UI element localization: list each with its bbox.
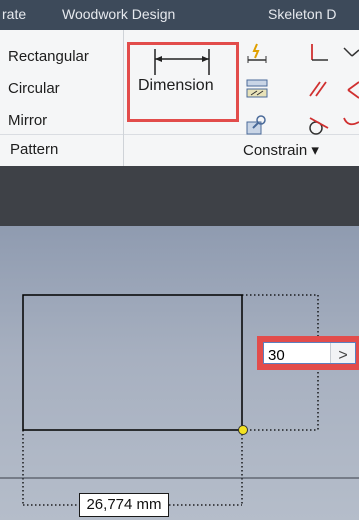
dimension-input-highlight: > bbox=[257, 336, 359, 370]
panel-divider bbox=[0, 134, 123, 135]
accept-arrow-button[interactable]: > bbox=[330, 343, 355, 364]
perpendicular-constraint-icon[interactable] bbox=[340, 78, 359, 100]
auto-dimension-icon[interactable] bbox=[245, 42, 269, 64]
dimension-label: Dimension bbox=[138, 77, 214, 94]
tab-woodwork-design[interactable]: Woodwork Design bbox=[62, 6, 175, 22]
collinear-constraint-icon[interactable] bbox=[340, 42, 359, 64]
constrain-panel-label[interactable]: Constrain ▾ bbox=[243, 141, 319, 159]
dimension-icon bbox=[154, 49, 210, 75]
panel-separator bbox=[123, 30, 124, 166]
tangent-constraint-icon[interactable] bbox=[306, 114, 330, 136]
parallel-constraint-icon[interactable] bbox=[306, 78, 330, 100]
rectangular-pattern-button[interactable]: Rectangular bbox=[8, 48, 89, 65]
coincident-constraint-icon[interactable] bbox=[306, 42, 330, 64]
sketch-canvas[interactable] bbox=[0, 226, 359, 520]
tab-partial-left[interactable]: rate bbox=[2, 6, 26, 22]
show-constraints-icon[interactable] bbox=[245, 78, 269, 100]
constraint-settings-icon[interactable] bbox=[245, 114, 269, 136]
circular-pattern-button[interactable]: Circular bbox=[8, 80, 60, 97]
dimension-value-input[interactable] bbox=[266, 345, 340, 365]
dimension-readout: 26,774 mm bbox=[79, 493, 169, 517]
smooth-constraint-icon[interactable] bbox=[340, 114, 359, 136]
tab-skeleton[interactable]: Skeleton D bbox=[268, 6, 336, 22]
pattern-panel-label: Pattern bbox=[10, 141, 59, 158]
ribbon-tab-bar: rate Woodwork Design Skeleton D bbox=[0, 0, 359, 30]
mirror-button[interactable]: Mirror bbox=[8, 112, 47, 129]
dimension-input-field: > bbox=[263, 342, 356, 365]
viewport-header-band bbox=[0, 166, 359, 226]
dimension-button[interactable]: Dimension bbox=[127, 42, 239, 122]
